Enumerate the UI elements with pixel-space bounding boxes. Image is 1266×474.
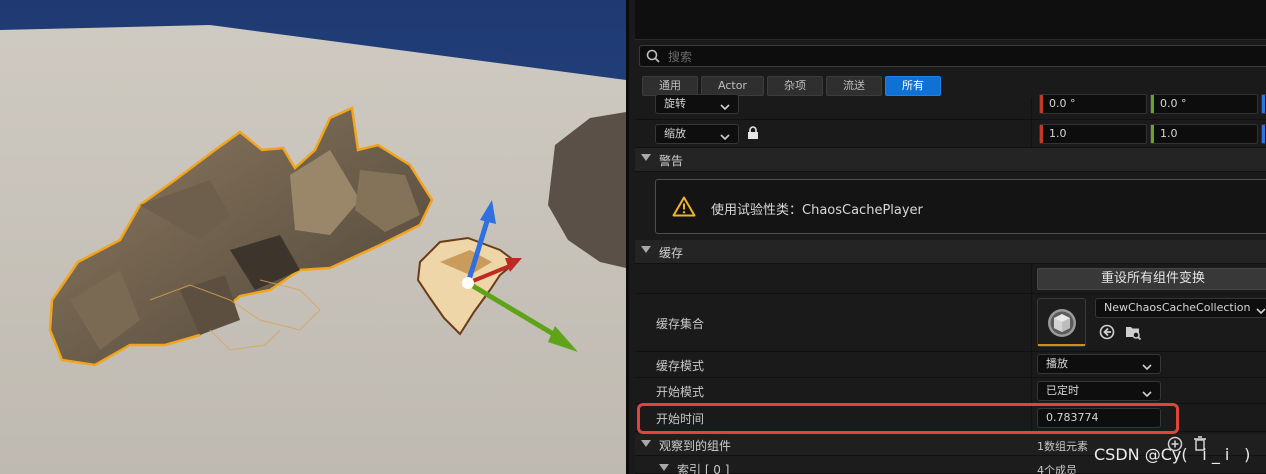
scale-y-field[interactable]: 1.0	[1150, 124, 1258, 144]
observed-components-count: 1数组元素	[1037, 440, 1088, 453]
cache-collection-label: 缓存集合	[656, 317, 705, 331]
rotation-x-value: 0.0 °	[1049, 97, 1076, 110]
scale-y-value: 1.0	[1160, 127, 1178, 140]
filter-tab-all[interactable]: 所有	[884, 76, 941, 96]
rotation-row: 旋转 0.0 ° 0.0 °	[635, 94, 1266, 120]
search-icon	[646, 49, 660, 66]
rotation-y-value: 0.0 °	[1160, 97, 1187, 110]
collapse-arrow-icon	[641, 440, 651, 447]
start-mode-label: 开始模式	[656, 385, 705, 399]
scale-label: 缩放	[664, 127, 686, 140]
collapse-arrow-icon	[659, 464, 669, 471]
asset-type-accent	[1038, 344, 1085, 346]
scale-row: 缩放 1.0 1.0	[635, 121, 1266, 148]
chevron-down-icon	[1142, 386, 1152, 404]
filter-tab-streaming[interactable]: 流送	[825, 76, 882, 96]
start-mode-dropdown[interactable]: 已定时	[1037, 381, 1161, 401]
section-warning-header[interactable]: 警告	[635, 148, 1266, 172]
cache-mode-value: 播放	[1046, 357, 1068, 370]
filter-tab-actor[interactable]: Actor	[701, 76, 764, 96]
filter-tab-general[interactable]: 通用	[642, 76, 698, 96]
scale-x-value: 1.0	[1049, 127, 1067, 140]
browse-asset-icon[interactable]	[1125, 324, 1142, 343]
cache-collection-value: NewChaosCacheCollection	[1104, 301, 1251, 314]
asset-thumbnail[interactable]	[1037, 298, 1086, 347]
reset-all-component-transforms-button[interactable]: 重设所有组件变换	[1037, 268, 1266, 290]
details-panel: 搜索 通用 Actor 杂项 流送 所有 旋转 0.0 ° 0.0 ° 缩放 1…	[626, 0, 1266, 474]
index-member-count: 4个成员	[1037, 464, 1077, 474]
start-mode-value: 已定时	[1046, 384, 1079, 397]
highlight-annotation	[637, 403, 1179, 434]
observed-components-label: 观察到的组件	[659, 439, 732, 453]
section-warning-title: 警告	[659, 154, 684, 168]
level-viewport[interactable]	[0, 0, 626, 474]
warning-text: 使用试验性类：ChaosCachePlayer	[711, 203, 923, 218]
rotation-z-field[interactable]	[1261, 94, 1266, 114]
chevron-down-icon	[1142, 359, 1152, 377]
search-bar[interactable]: 搜索	[639, 45, 1266, 67]
viewport-scene[interactable]	[0, 0, 626, 474]
warning-icon	[672, 196, 696, 220]
rotation-label: 旋转	[664, 97, 686, 110]
section-cache-header[interactable]: 缓存	[635, 240, 1266, 264]
filter-tab-misc[interactable]: 杂项	[766, 76, 823, 96]
use-selected-asset-icon[interactable]	[1099, 324, 1115, 343]
collapse-arrow-icon	[641, 154, 651, 161]
filter-tabs: 通用 Actor 杂项 流送 所有	[642, 76, 941, 96]
rotation-y-field[interactable]: 0.0 °	[1150, 94, 1258, 114]
cache-collection-dropdown[interactable]: NewChaosCacheCollection	[1095, 298, 1266, 318]
start-mode-row: 开始模式 已定时	[635, 378, 1266, 404]
scale-x-field[interactable]: 1.0	[1039, 124, 1147, 144]
cube-asset-icon	[1047, 308, 1077, 341]
chevron-down-icon	[1256, 303, 1266, 321]
rotation-mode-dropdown[interactable]: 旋转	[655, 94, 739, 114]
cache-mode-dropdown[interactable]: 播放	[1037, 354, 1161, 374]
cache-mode-row: 缓存模式 播放	[635, 352, 1266, 378]
lock-icon[interactable]	[747, 126, 759, 143]
section-cache-title: 缓存	[659, 246, 684, 260]
search-input[interactable]: 搜索	[668, 48, 692, 65]
index-label: 索引 [ 0 ]	[677, 463, 730, 474]
chevron-down-icon	[720, 99, 730, 117]
cache-mode-label: 缓存模式	[656, 359, 705, 373]
scale-z-field[interactable]	[1261, 124, 1266, 144]
collapse-arrow-icon	[641, 246, 651, 253]
scale-mode-dropdown[interactable]: 缩放	[655, 124, 739, 144]
panel-header-area	[635, 0, 1266, 40]
warning-message-box: 使用试验性类：ChaosCachePlayer	[655, 179, 1266, 234]
chevron-down-icon	[720, 129, 730, 147]
rotation-x-field[interactable]: 0.0 °	[1039, 94, 1147, 114]
watermark: CSDN @Cy(ㅤi _ iㅤ)	[1094, 445, 1251, 464]
